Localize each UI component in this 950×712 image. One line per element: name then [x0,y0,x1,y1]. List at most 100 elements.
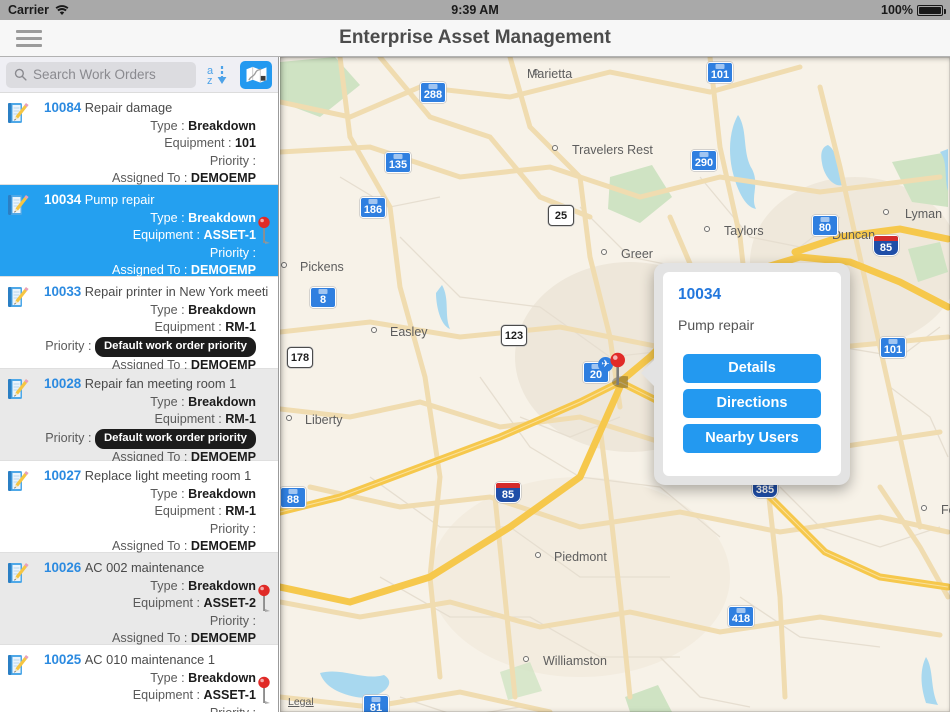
work-order-fields: 10027 Replace light meeting room 1Type :… [0,467,268,556]
work-order-type: Type : Breakdown [34,302,268,320]
route-shield: 288 [420,82,446,103]
work-order-type: Type : Breakdown [34,118,268,136]
work-order-type-value: Breakdown [188,671,256,685]
status-bar-right: 100% [710,3,950,17]
work-order-type-label: Type : [150,119,184,133]
work-order-type: Type : Breakdown [34,670,268,688]
route-shield: 81 [363,695,389,712]
work-order-row[interactable]: 10026 AC 002 maintenanceType : Breakdown… [0,553,278,645]
callout-directions-button[interactable]: Directions [683,389,821,418]
route-shield-number: 20 [590,369,602,381]
route-shield-number: 418 [732,613,750,625]
callout-tail [641,359,655,387]
work-order-equipment: Equipment : ASSET-2 [34,595,268,613]
city-label: Lyman [905,207,942,221]
nav-bar: Enterprise Asset Management [0,20,950,57]
callout-card: 10034 Pump repair DetailsDirectionsNearb… [663,272,841,476]
status-badge: Default work order priority [95,337,256,358]
route-shield-number: 101 [884,344,902,356]
search-input[interactable]: Search Work Orders [6,62,196,88]
work-order-fields: 10026 AC 002 maintenanceType : Breakdown… [0,559,268,648]
city-dot [921,505,927,511]
hamburger-menu-icon[interactable] [0,30,54,47]
city-label: Duncan [832,228,875,242]
city-label: Easley [390,325,428,339]
row-map-pin-icon [256,215,272,245]
route-shield: 290 [691,150,717,171]
city-dot [601,249,607,255]
work-order-fields: 10033 Repair printer in New York meetin…… [0,283,268,375]
work-order-equipment-label: Equipment : [133,228,200,242]
work-order-type: Type : Breakdown [34,578,268,596]
route-shield-number: 8 [320,294,326,306]
work-order-row[interactable]: 10033 Repair printer in New York meetin…… [0,277,278,369]
route-shield: 85 [873,235,899,256]
route-shield-number: 385 [756,484,774,496]
work-order-sidebar: Search Work Orders a z [0,57,279,712]
route-shield-number: 85 [502,489,514,501]
work-order-priority: Priority : [34,245,268,263]
route-shield-number: 123 [505,330,523,342]
work-order-list[interactable]: 10084 Repair damageType : BreakdownEquip… [0,93,278,712]
work-order-equipment: Equipment : RM-1 [34,319,268,337]
work-order-heading: 10028 Repair fan meeting room 1 [34,375,268,394]
work-order-row[interactable]: 10027 Replace light meeting room 1Type :… [0,461,278,553]
work-order-equipment-value: ASSET-2 [204,596,257,610]
work-order-type-value: Breakdown [188,303,256,317]
work-order-id: 10084 [44,100,81,115]
work-order-type-label: Type : [150,211,184,225]
route-shield-number: 101 [711,69,729,81]
route-shield-number: 81 [370,702,382,712]
work-order-type-label: Type : [150,303,184,317]
callout-details-button[interactable]: Details [683,354,821,383]
work-order-fields: 10028 Repair fan meeting room 1Type : Br… [0,375,268,467]
page-title: Enterprise Asset Management [0,27,950,49]
notepad-pencil-icon [7,469,29,493]
work-order-row[interactable]: 10025 AC 010 maintenance 1Type : Breakdo… [0,645,278,712]
work-order-assignee-label: Assigned To : [112,171,187,185]
work-order-assignee-value: DEMOEMP [191,539,256,553]
work-order-heading: 10084 Repair damage [34,99,268,118]
sort-az-descending-icon[interactable]: a z [203,61,233,89]
work-order-type-value: Breakdown [188,211,256,225]
city-label: Travelers Rest [572,143,653,157]
battery-percent-label: 100% [881,3,913,17]
city-dot [286,415,292,421]
work-order-fields: 10084 Repair damageType : BreakdownEquip… [0,99,268,188]
work-order-row[interactable]: 10084 Repair damageType : BreakdownEquip… [0,93,278,185]
work-order-fields: 10034 Pump repairType : Breakdown Equipme… [0,191,268,280]
work-order-priority: Priority : [34,153,268,171]
work-order-row[interactable]: 10034 Pump repairType : Breakdown Equipme… [0,185,278,277]
callout-nearby-users-button[interactable]: Nearby Users [683,424,821,453]
notepad-pencil-icon [7,561,29,585]
work-order-type-label: Type : [150,579,184,593]
work-order-id: 10034 [44,192,81,207]
work-order-title: Replace light meeting room 1 [85,468,251,483]
work-order-title: Repair printer in New York meetin… [85,284,268,299]
legal-link[interactable]: Legal [288,696,314,708]
work-order-heading: 10026 AC 002 maintenance [34,559,268,578]
work-order-title: AC 010 maintenance 1 [85,652,215,667]
map-view[interactable]: MariettaTravelers RestGreerTaylorsDuncan… [280,57,950,712]
map-icon[interactable] [240,61,272,89]
work-order-assignee-value: DEMOEMP [191,171,256,185]
city-label: Taylors [724,224,764,238]
svg-text:z: z [207,75,213,87]
work-order-row[interactable]: 10028 Repair fan meeting room 1Type : Br… [0,369,278,461]
work-order-equipment: Equipment : RM-1 [34,411,268,429]
work-order-heading: 10034 Pump repair [34,191,268,210]
work-order-heading: 10025 AC 010 maintenance 1 [34,651,268,670]
notepad-pencil-icon [7,193,29,217]
route-shield: 88 [280,487,306,508]
search-toolbar: Search Work Orders a z [0,57,278,93]
route-shield-number: 85 [880,242,892,254]
work-order-id: 10025 [44,652,81,667]
route-shield: 101 [707,62,733,83]
carrier-label: Carrier [8,3,49,17]
work-order-id: 10028 [44,376,81,391]
work-order-type-label: Type : [150,671,184,685]
work-order-priority: Priority : [34,705,268,712]
map-pin-icon[interactable] [608,352,628,388]
route-shield: 8 [310,287,336,308]
work-order-equipment-label: Equipment : [154,504,221,518]
